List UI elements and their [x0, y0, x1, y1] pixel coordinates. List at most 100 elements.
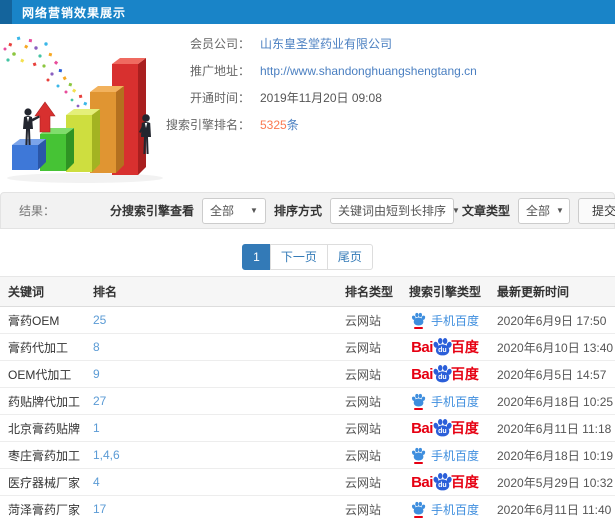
page-title: 网络营销效果展示 — [22, 5, 127, 20]
company-name-link[interactable]: 山东皇圣堂药业有限公司 — [260, 35, 392, 52]
rank-link[interactable]: 17 — [93, 502, 106, 516]
table-row: 枣庄膏药加工 1,4,6 云网站 手机百度 Bai du — [0, 441, 615, 469]
rank-link[interactable]: 4 — [93, 475, 100, 489]
baidu-du-text: du — [438, 427, 447, 435]
pagination-last[interactable]: 尾页 — [326, 244, 373, 270]
keyword-cell: 膏药代加工 — [0, 333, 85, 361]
table-row: 药贴牌代加工 27 云网站 手机百度 Bai du 百度 — [0, 387, 615, 415]
search-engine-logo: 手机百度 Bai du 百度 — [401, 472, 489, 493]
rank-link[interactable]: 9 — [93, 367, 100, 381]
rank-type-cell: 云网站 — [337, 495, 401, 520]
table-row: 医疗器械厂家 4 云网站 手机百度 Bai du 百度 — [0, 468, 615, 496]
chevron-down-icon: ▼ — [556, 206, 564, 215]
baidu-cn-text: 百度 — [450, 366, 479, 382]
article-type-filter-value: 全部 — [526, 204, 551, 218]
table-row: 膏药代加工 8 云网站 手机百度 Bai du 百度 — [0, 333, 615, 361]
chevron-down-icon: ▼ — [452, 206, 460, 215]
header-updated: 最新更新时间 — [489, 276, 615, 307]
mobile-baidu-logo: 手机百度 — [411, 501, 479, 518]
rank-cell: 8 — [85, 333, 337, 361]
result-label: 结果： — [19, 204, 56, 218]
rank-type-cell: 云网站 — [337, 387, 401, 415]
account-info-list: 会员公司： 山东皇圣堂药业有限公司 推广地址： http://www.shand… — [150, 24, 615, 138]
info-row-ranking-count: 搜索引擎排名： 5325条 — [150, 111, 615, 138]
confetti-dots — [3, 36, 88, 114]
updated-cell: 2020年6月11日 11:40 — [489, 495, 615, 520]
table-row: 北京膏药贴牌 1 云网站 手机百度 Bai du 百度 — [0, 414, 615, 442]
chevron-down-icon: ▼ — [250, 206, 258, 215]
filter-controls: 分搜索引擎查看 全部 ▼ 排序方式 关键词由短到长排序 ▼ 文章类型 全部 ▼ … — [109, 193, 615, 228]
baidu-cn-text: 百度 — [450, 474, 479, 490]
search-engine-logo: 手机百度 Bai du 百度 — [401, 364, 489, 385]
engine-filter-label: 分搜索引擎查看 — [109, 204, 194, 218]
rank-cell: 27 — [85, 387, 337, 415]
submit-button[interactable]: 提交 — [578, 197, 615, 224]
baidu-bai-text: Bai — [411, 365, 433, 383]
engine-filter-select[interactable]: 全部 ▼ — [201, 197, 266, 224]
baidu-logo: Bai du 百度 — [411, 337, 479, 358]
mobile-baidu-underline — [413, 326, 423, 329]
rank-link[interactable]: 25 — [93, 313, 106, 327]
pagination: 1 下一页 尾页 — [0, 244, 615, 270]
header-engine-type: 搜索引擎类型 — [401, 276, 489, 307]
keyword-cell: 北京膏药贴牌 — [0, 414, 85, 442]
keyword-cell: 膏药OEM — [0, 306, 85, 334]
engine-filter-value: 全部 — [209, 204, 234, 218]
baidu-logo: Bai du 百度 — [411, 472, 479, 493]
open-time-value: 2019年11月20日 09:08 — [260, 91, 382, 105]
baidu-logo: Bai du 百度 — [411, 364, 479, 385]
ranking-count-value[interactable]: 5325条 — [260, 116, 299, 133]
mobile-baidu-logo: 手机百度 — [411, 312, 479, 329]
rank-link[interactable]: 27 — [93, 394, 106, 408]
title-bar: 网络营销效果展示 — [0, 0, 615, 24]
keyword-cell: 菏泽膏药厂家 — [0, 495, 85, 520]
rank-cell: 1,4,6 — [85, 441, 337, 469]
updated-cell: 2020年6月18日 10:19 — [489, 441, 615, 469]
rank-cell: 25 — [85, 306, 337, 334]
updated-cell: 2020年5月29日 10:32 — [489, 468, 615, 496]
mobile-baidu-logo: 手机百度 — [411, 447, 479, 464]
rank-link[interactable]: 1 — [93, 421, 100, 435]
pagination-next[interactable]: 下一页 — [269, 244, 328, 270]
pagination-page-1[interactable]: 1 — [242, 244, 271, 270]
filter-bar: 结果： 分搜索引擎查看 全部 ▼ 排序方式 关键词由短到长排序 ▼ 文章类型 全… — [0, 192, 615, 229]
promo-url-link[interactable]: http://www.shandonghuangshengtang.cn — [260, 64, 477, 78]
rank-type-cell: 云网站 — [337, 333, 401, 361]
header-rank-type: 排名类型 — [337, 276, 401, 307]
updated-cell: 2020年6月11日 11:18 — [489, 414, 615, 442]
updated-cell: 2020年6月10日 13:40 — [489, 333, 615, 361]
rank-link[interactable]: 8 — [93, 340, 100, 354]
baidu-du-text: du — [438, 481, 447, 489]
rank-type-cell: 云网站 — [337, 414, 401, 442]
search-engine-logo: 手机百度 Bai du 百度 — [401, 337, 489, 358]
keyword-rank-table: 关键词 排名 排名类型 搜索引擎类型 最新更新时间 膏药OEM 25 云网站 手… — [0, 276, 615, 520]
baidu-paw-icon — [411, 393, 426, 407]
sort-filter-select[interactable]: 关键词由短到长排序 ▼ — [329, 197, 460, 224]
ranking-count-unit: 条 — [286, 118, 299, 132]
baidu-paw-icon — [411, 501, 426, 515]
table-row: 菏泽膏药厂家 17 云网站 手机百度 Bai du 百度 — [0, 495, 615, 520]
search-engine-logo: 手机百度 Bai du 百度 — [401, 501, 489, 518]
sort-filter-label: 排序方式 — [273, 204, 322, 218]
table-row: 膏药OEM 25 云网站 手机百度 Bai du 百度 — [0, 306, 615, 334]
info-row-open-time: 开通时间： 2019年11月20日 09:08 — [150, 84, 615, 111]
mobile-baidu-logo: 手机百度 — [411, 393, 479, 410]
mobile-baidu-underline — [413, 461, 423, 464]
baidu-paw-icon — [411, 447, 426, 461]
baidu-cn-text: 百度 — [450, 420, 479, 436]
rank-cell: 4 — [85, 468, 337, 496]
article-type-filter-label: 文章类型 — [461, 204, 510, 218]
keyword-cell: 枣庄膏药加工 — [0, 441, 85, 469]
rank-type-cell: 云网站 — [337, 306, 401, 334]
baidu-logo: Bai du 百度 — [411, 418, 479, 439]
info-row-url: 推广地址： http://www.shandonghuangshengtang.… — [150, 57, 615, 84]
rank-link[interactable]: 1,4,6 — [93, 448, 120, 462]
mobile-baidu-text: 手机百度 — [430, 448, 479, 463]
header-rank: 排名 — [85, 276, 337, 307]
header-keyword: 关键词 — [0, 276, 85, 307]
article-type-filter-select[interactable]: 全部 ▼ — [518, 197, 570, 224]
baidu-bai-text: Bai — [411, 419, 433, 437]
search-engine-logo: 手机百度 Bai du 百度 — [401, 393, 489, 410]
baidu-du-text: du — [438, 346, 447, 354]
keyword-cell: 药贴牌代加工 — [0, 387, 85, 415]
